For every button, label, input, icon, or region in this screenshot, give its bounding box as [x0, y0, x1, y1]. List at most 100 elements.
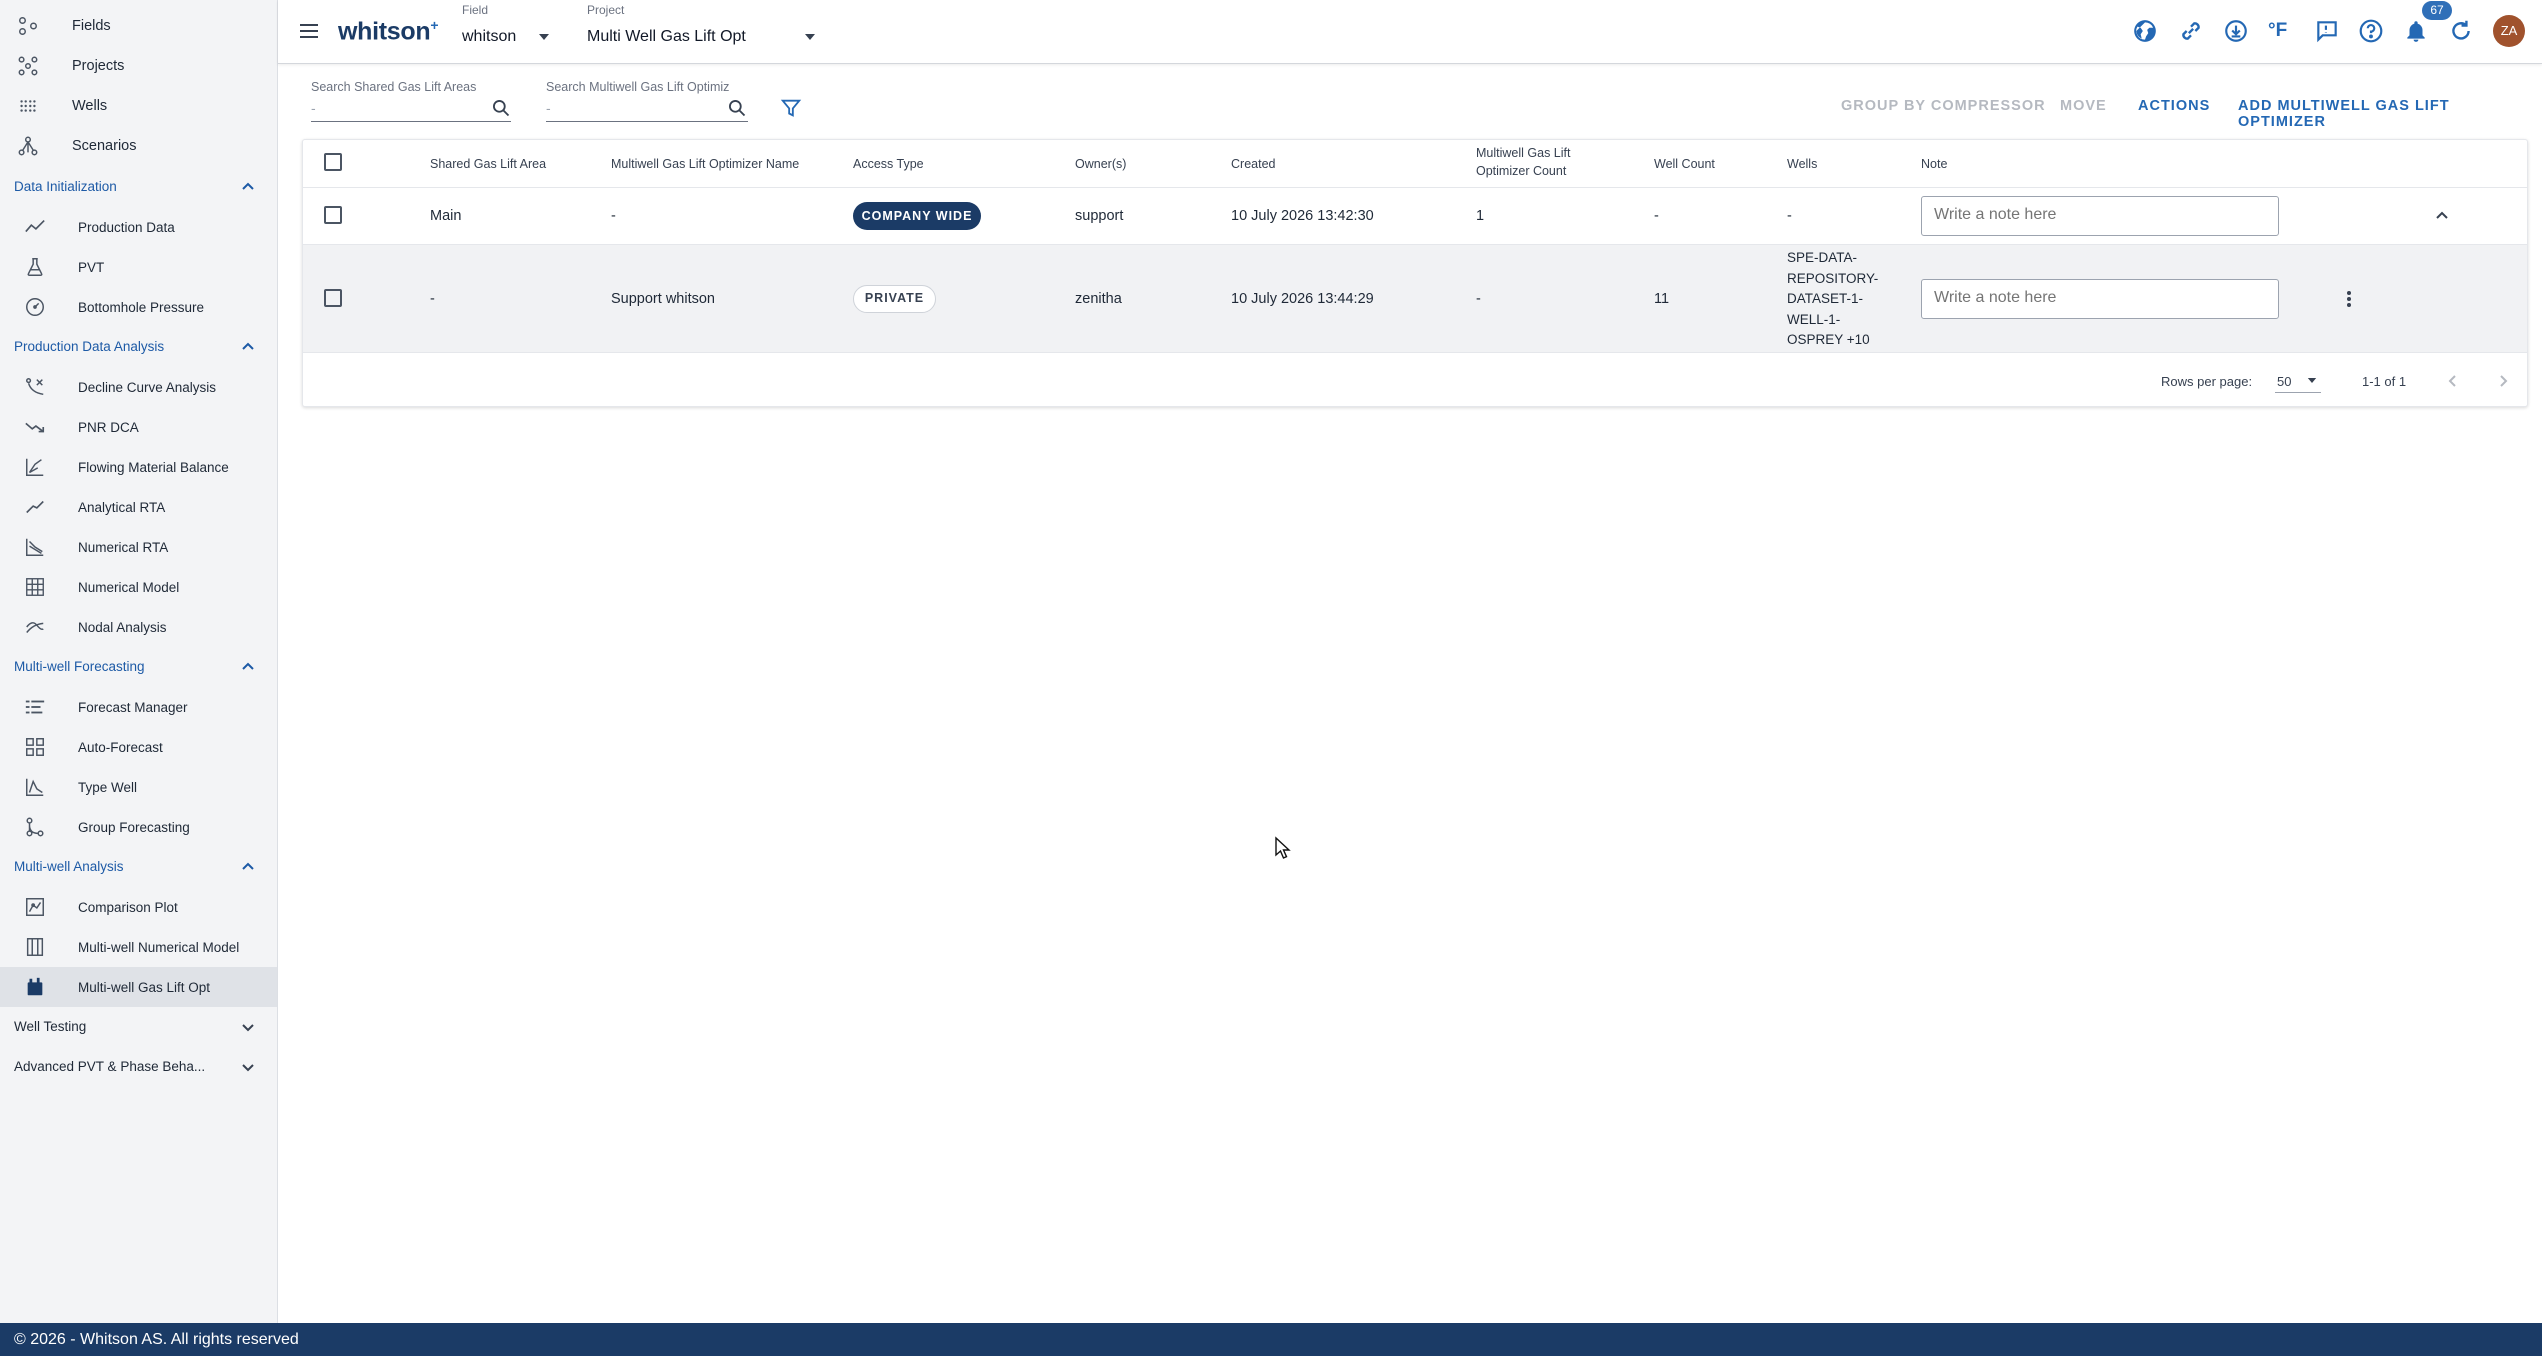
column-header-count-line2[interactable]: Optimizer Count: [1476, 164, 1566, 178]
sidebar-item-type-well[interactable]: Type Well: [0, 767, 277, 807]
cell-name: Support whitson: [611, 291, 715, 307]
brand-plus: +: [430, 17, 439, 33]
column-header-access[interactable]: Access Type: [853, 157, 924, 171]
sidebar-item-comparison-plot[interactable]: Comparison Plot: [0, 887, 277, 927]
search-icon[interactable]: [727, 98, 747, 118]
access-type-chip: COMPANY WIDE: [853, 202, 981, 230]
section-production-data-analysis[interactable]: Production Data Analysis: [0, 327, 277, 367]
wells-line: REPOSITORY-: [1787, 270, 1879, 286]
table-row[interactable]: Main - COMPANY WIDE support 10 July 2026…: [303, 187, 2527, 244]
field-caret-icon[interactable]: [538, 33, 550, 41]
rows-per-page-caret-icon[interactable]: [2307, 377, 2317, 385]
chevron-up-icon[interactable]: [2431, 205, 2453, 227]
user-avatar[interactable]: ZA: [2493, 15, 2525, 47]
sidebar-item-pvt[interactable]: PVT: [0, 247, 277, 287]
sidebar-item-auto-forecast[interactable]: Auto-Forecast: [0, 727, 277, 767]
column-header-note[interactable]: Note: [1921, 157, 1947, 171]
sidebar-item-label: Group Forecasting: [78, 819, 190, 835]
search-icon[interactable]: [491, 98, 511, 118]
row-checkbox[interactable]: [324, 206, 342, 224]
search-optimizers-input[interactable]: -: [546, 96, 748, 122]
rows-per-page-label: Rows per page:: [2161, 374, 2253, 389]
row-checkbox[interactable]: [324, 289, 342, 307]
download-icon[interactable]: [2223, 18, 2249, 44]
sidebar-item-pnr-dca[interactable]: PNR DCA: [0, 407, 277, 447]
refresh-icon[interactable]: [2448, 18, 2474, 44]
sidebar-item-label: Bottomhole Pressure: [78, 299, 205, 315]
sidebar-item-label: Analytical RTA: [78, 499, 166, 515]
cell-optimizer-count: -: [1476, 291, 1481, 307]
globe-icon[interactable]: [2132, 18, 2158, 44]
group-by-compressor-button[interactable]: GROUP BY COMPRESSOR: [1841, 98, 2046, 114]
section-data-initialization[interactable]: Data Initialization: [0, 167, 277, 207]
sidebar-item-label: Numerical RTA: [78, 539, 169, 555]
section-advanced-pvt[interactable]: Advanced PVT & Phase Beha...: [0, 1047, 277, 1087]
sidebar-item-label: Fields: [72, 18, 111, 34]
project-select[interactable]: Multi Well Gas Lift Opt: [587, 28, 746, 46]
sidebar-item-analytical-rta[interactable]: Analytical RTA: [0, 487, 277, 527]
chevron-left-icon[interactable]: [2442, 370, 2464, 392]
column-header-well-count[interactable]: Well Count: [1654, 157, 1715, 171]
column-header-wells[interactable]: Wells: [1787, 157, 1817, 171]
chevron-right-icon[interactable]: [2492, 370, 2514, 392]
cell-owner: zenitha: [1075, 291, 1122, 307]
sidebar-item-wells[interactable]: Wells: [0, 86, 277, 126]
sidebar-item-production-data[interactable]: Production Data: [0, 207, 277, 247]
note-input[interactable]: [1921, 196, 2279, 236]
sidebar-item-group-forecasting[interactable]: Group Forecasting: [0, 807, 277, 847]
sidebar-item-bottomhole-pressure[interactable]: Bottomhole Pressure: [0, 287, 277, 327]
column-header-count-line1[interactable]: Multiwell Gas Lift: [1476, 146, 1570, 160]
section-title: Advanced PVT & Phase Beha...: [14, 1059, 206, 1074]
cell-name: -: [611, 208, 616, 224]
link-icon[interactable]: [2178, 18, 2204, 44]
access-type-chip: PRIVATE: [853, 285, 936, 313]
sidebar-item-fields[interactable]: Fields: [0, 6, 277, 46]
sidebar-item-projects[interactable]: Projects: [0, 46, 277, 86]
select-all-checkbox[interactable]: [324, 153, 342, 171]
sidebar-item-decline-curve-analysis[interactable]: Decline Curve Analysis: [0, 367, 277, 407]
column-header-area[interactable]: Shared Gas Lift Area: [430, 157, 546, 171]
more-vertical-icon[interactable]: [2338, 288, 2360, 310]
chart-decline-icon: [24, 536, 46, 558]
move-button[interactable]: MOVE: [2060, 98, 2107, 114]
help-icon[interactable]: [2358, 18, 2384, 44]
column-header-created[interactable]: Created: [1231, 157, 1275, 171]
pagination-range: 1-1 of 1: [2362, 374, 2407, 389]
actions-button[interactable]: ACTIONS: [2138, 98, 2210, 114]
section-title: Data Initialization: [14, 179, 117, 194]
brand-logo[interactable]: whitson+: [338, 17, 439, 46]
field-select[interactable]: whitson: [462, 28, 516, 46]
sidebar-item-numerical-model[interactable]: Numerical Model: [0, 567, 277, 607]
feedback-icon[interactable]: [2314, 18, 2340, 44]
sidebar-item-scenarios[interactable]: Scenarios: [0, 126, 277, 166]
table-row[interactable]: - Support whitson PRIVATE zenitha 10 Jul…: [303, 244, 2527, 352]
search-shared-areas-input[interactable]: -: [311, 96, 511, 122]
rows-per-page-select[interactable]: 50: [2277, 374, 2291, 389]
menu-icon[interactable]: [298, 21, 322, 41]
column-header-owners[interactable]: Owner(s): [1075, 157, 1126, 171]
section-well-testing[interactable]: Well Testing: [0, 1007, 277, 1047]
sidebar-item-flowing-material-balance[interactable]: Flowing Material Balance: [0, 447, 277, 487]
sidebar-item-label: Auto-Forecast: [78, 739, 163, 755]
section-multi-well-analysis[interactable]: Multi-well Analysis: [0, 847, 277, 887]
column-header-name[interactable]: Multiwell Gas Lift Optimizer Name: [611, 157, 799, 171]
project-label: Project: [587, 3, 625, 17]
add-optimizer-button[interactable]: ADD MULTIWELL GAS LIFT OPTIMIZER: [2238, 98, 2542, 130]
sidebar: Fields Projects Wells Scenarios Data Ini…: [0, 0, 278, 1323]
sidebar-item-label: Multi-well Numerical Model: [78, 939, 240, 955]
sidebar-item-nodal-analysis[interactable]: Nodal Analysis: [0, 607, 277, 647]
sidebar-item-forecast-manager[interactable]: Forecast Manager: [0, 687, 277, 727]
sidebar-item-numerical-rta[interactable]: Numerical RTA: [0, 527, 277, 567]
filter-icon[interactable]: [780, 97, 802, 119]
notifications-icon[interactable]: [2403, 18, 2429, 44]
sidebar-item-multi-well-gas-lift-opt[interactable]: Multi-well Gas Lift Opt: [0, 967, 277, 1007]
cell-well-count: 11: [1654, 291, 1670, 307]
section-multi-well-forecasting[interactable]: Multi-well Forecasting: [0, 647, 277, 687]
temperature-unit-icon[interactable]: °F: [2268, 20, 2294, 46]
note-input[interactable]: [1921, 279, 2279, 319]
comparison-plot-icon: [24, 896, 46, 918]
scenarios-icon: [17, 135, 39, 157]
sidebar-item-label: Production Data: [78, 219, 175, 235]
sidebar-item-multi-well-numerical-model[interactable]: Multi-well Numerical Model: [0, 927, 277, 967]
project-caret-icon[interactable]: [804, 33, 816, 41]
